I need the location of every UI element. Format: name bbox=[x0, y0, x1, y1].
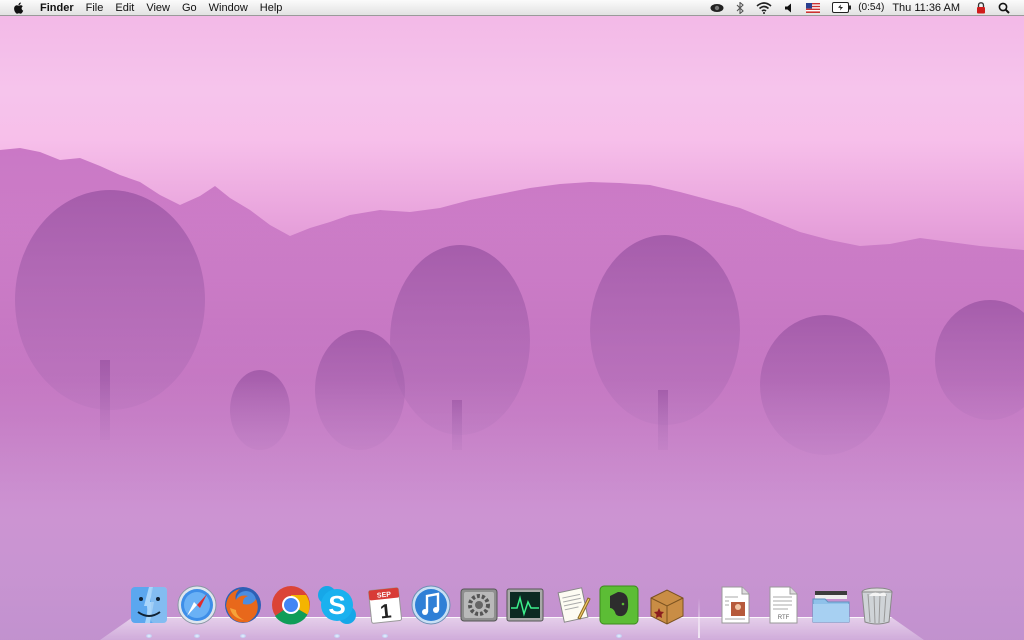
firefox-running-indicator bbox=[240, 634, 246, 638]
preview-icon[interactable] bbox=[552, 584, 594, 626]
delicious-library-icon[interactable] bbox=[646, 584, 688, 626]
skype-icon[interactable]: S bbox=[316, 584, 358, 626]
lock-icon[interactable] bbox=[976, 0, 986, 16]
wifi-icon[interactable] bbox=[756, 0, 772, 16]
downloads-folder-icon[interactable] bbox=[810, 584, 852, 626]
evernote-running-indicator bbox=[616, 634, 622, 638]
menu-help[interactable]: Help bbox=[254, 0, 289, 16]
dock: S SEP 1 RTF bbox=[100, 582, 924, 640]
activity-monitor-icon[interactable] bbox=[504, 584, 546, 626]
itunes-icon[interactable] bbox=[410, 584, 452, 626]
system-preferences-icon[interactable] bbox=[458, 584, 500, 626]
skype-running-indicator bbox=[334, 634, 340, 638]
dock-separator bbox=[698, 598, 700, 638]
rtf-document-icon[interactable]: RTF bbox=[762, 584, 804, 626]
bluetooth-icon[interactable] bbox=[736, 0, 745, 16]
ical-month: SEP bbox=[377, 591, 392, 599]
safari-icon[interactable] bbox=[176, 584, 218, 626]
evernote-icon[interactable] bbox=[598, 584, 640, 626]
firefox-icon[interactable] bbox=[222, 584, 264, 626]
apple-menu-icon[interactable] bbox=[12, 1, 26, 15]
ical-running-indicator bbox=[382, 634, 388, 638]
finder-running-indicator bbox=[146, 634, 152, 638]
us-flag-icon[interactable] bbox=[806, 0, 821, 16]
ical-day: 1 bbox=[379, 600, 392, 623]
svg-text:S: S bbox=[328, 590, 345, 620]
chrome-icon[interactable] bbox=[270, 584, 312, 626]
desktop[interactable]: Finder File Edit View Go Window Help (0:… bbox=[0, 0, 1024, 640]
menu-app-name[interactable]: Finder bbox=[34, 0, 80, 16]
battery-time: (0:54) bbox=[858, 2, 885, 13]
menu-go[interactable]: Go bbox=[176, 0, 203, 16]
trash-icon[interactable] bbox=[856, 584, 898, 626]
menubar-clock[interactable]: Thu 11:36 AM bbox=[892, 2, 960, 14]
menu-edit[interactable]: Edit bbox=[109, 0, 140, 16]
document-icon[interactable] bbox=[714, 584, 756, 626]
rtf-label: RTF bbox=[778, 615, 790, 621]
volume-icon[interactable] bbox=[784, 0, 794, 16]
menu-file[interactable]: File bbox=[80, 0, 110, 16]
spotlight-icon[interactable] bbox=[998, 0, 1010, 16]
eye-icon[interactable] bbox=[710, 0, 724, 16]
menu-bar: Finder File Edit View Go Window Help (0:… bbox=[0, 0, 1024, 16]
menu-window[interactable]: Window bbox=[203, 0, 254, 16]
menu-view[interactable]: View bbox=[140, 0, 176, 16]
finder-icon[interactable] bbox=[128, 584, 170, 626]
battery-icon[interactable] bbox=[832, 0, 852, 16]
safari-running-indicator bbox=[194, 634, 200, 638]
ical-icon[interactable]: SEP 1 bbox=[364, 584, 406, 626]
wallpaper-landscape bbox=[0, 148, 1024, 640]
